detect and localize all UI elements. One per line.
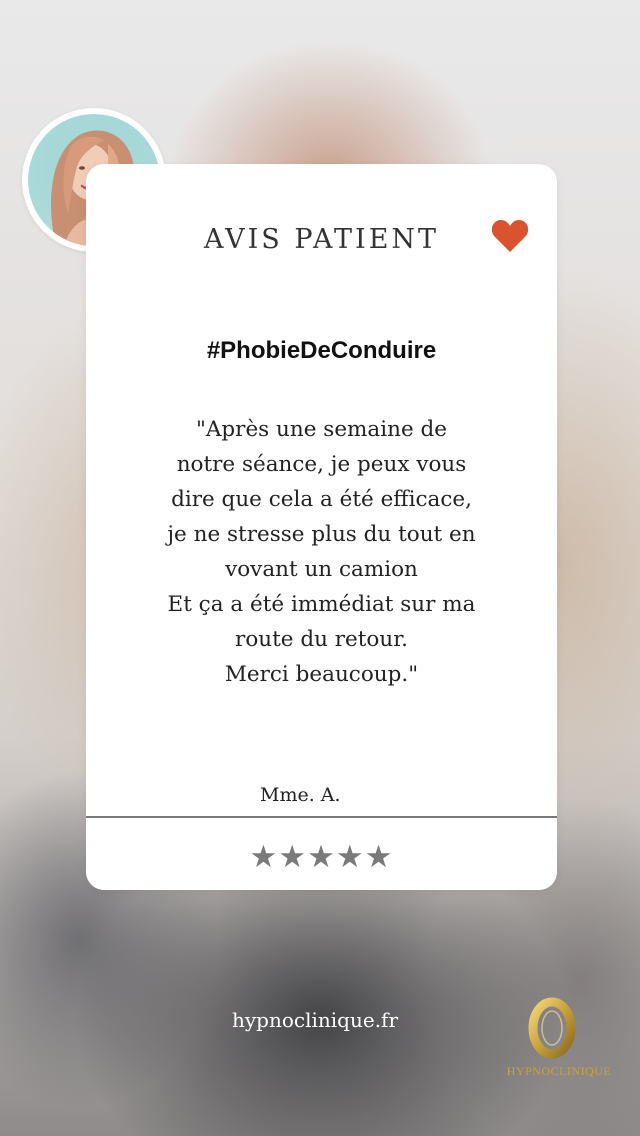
quote-line: notre séance, je peux vous [176,452,467,477]
quote-line: Et ça a été immédiat sur ma [167,592,476,617]
star-rating: ★★★★★ [249,839,394,875]
quote-line: route du retour. [235,627,408,652]
website-url: hypnoclinique.fr [232,1008,399,1032]
quote-line: dire que cela a été efficace, [171,487,472,512]
quote-line: Merci beaucoup." [224,662,419,687]
gold-ring-logo-icon [528,997,576,1059]
testimonial-quote: "Après une semaine de notre séance, je p… [116,412,527,692]
quote-line: je ne stresse plus du tout en [167,522,476,547]
testimonial-card: AVIS PATIENT #PhobieDeConduire "Après un… [86,164,557,890]
heart-icon [491,219,529,252]
author-name: Mme. A. [260,784,341,806]
logo-text: HYPNOCLINIQUE [506,1064,612,1078]
quote-line: "Après une semaine de [195,417,448,442]
hashtag-heading: #PhobieDeConduire [206,337,437,364]
divider [86,816,557,818]
card-title: AVIS PATIENT [203,224,440,255]
brand-logo: HYPNOCLINIQUE [500,996,618,1096]
quote-line: vovant un camion [225,557,418,582]
